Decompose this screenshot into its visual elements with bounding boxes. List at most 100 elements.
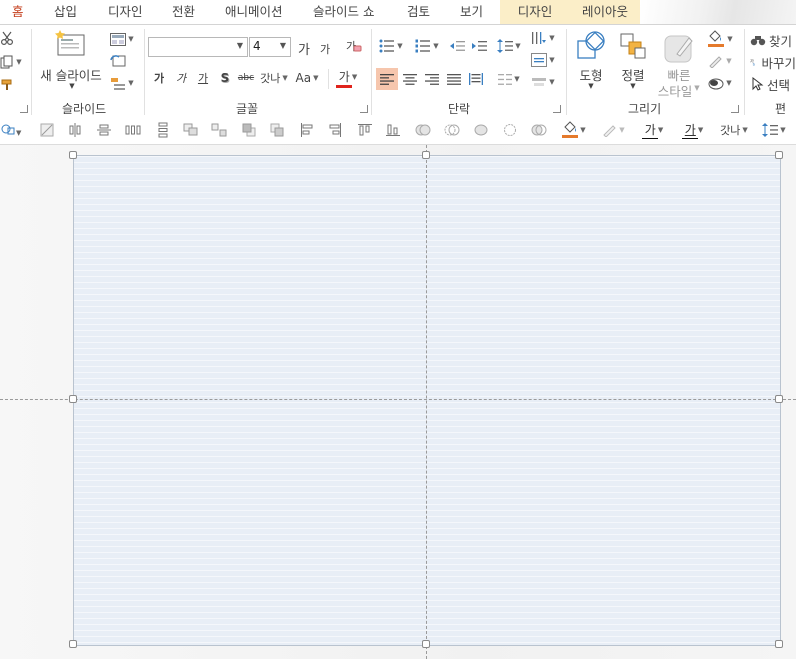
align-right-objects-icon[interactable]: [326, 121, 344, 139]
bold-button[interactable]: 가: [152, 70, 166, 86]
shapes-dropdown-arrow[interactable]: ▼: [585, 81, 597, 91]
distribute-horizontal-icon[interactable]: [124, 121, 142, 139]
layout-icon[interactable]: ▼: [108, 31, 136, 47]
section-icon[interactable]: ▼: [108, 75, 136, 91]
tab-view[interactable]: 보기: [458, 0, 485, 24]
replace-button[interactable]: 가b 바꾸기: [750, 53, 796, 71]
italic-button[interactable]: 가: [174, 70, 188, 86]
change-case-button[interactable]: Aa ▼: [292, 70, 322, 86]
merge-shapes-union-icon[interactable]: [414, 121, 432, 139]
send-backward-icon[interactable]: [268, 121, 286, 139]
resize-handle-top-right[interactable]: [775, 151, 783, 159]
merge-shapes-subtract-icon[interactable]: [530, 121, 548, 139]
merge-shapes-fragment-icon[interactable]: [472, 121, 490, 139]
font-dialog-launcher[interactable]: [360, 105, 368, 113]
underline-button[interactable]: 가: [196, 70, 210, 86]
resize-handle-bottom-left[interactable]: [69, 640, 77, 648]
resize-handle-middle-left[interactable]: [69, 395, 77, 403]
font-size-combo[interactable]: 4 ▼: [249, 37, 291, 57]
align-left-button[interactable]: [376, 68, 398, 90]
select-button[interactable]: 선택: [750, 75, 796, 93]
font-color-button[interactable]: 가 ▼: [334, 68, 362, 88]
new-slide-icon[interactable]: [52, 29, 88, 59]
decrease-indent-button[interactable]: [448, 37, 468, 55]
quick-spacing-button[interactable]: 갓나 ▼: [720, 121, 748, 139]
justify-button[interactable]: [444, 68, 464, 90]
quick-outline-button[interactable]: ▼: [600, 121, 628, 139]
tab-table-layout[interactable]: 레이아웃: [566, 0, 644, 24]
resize-handle-top-left[interactable]: [69, 151, 77, 159]
clear-formatting-button[interactable]: 가: [344, 37, 364, 55]
ungroup-icon[interactable]: [210, 121, 228, 139]
strikethrough-button[interactable]: abc: [236, 70, 256, 86]
arrange-icon[interactable]: [616, 29, 650, 63]
decrease-font-size-button[interactable]: 가: [318, 41, 332, 57]
quick-line-spacing-button[interactable]: ▼: [760, 121, 788, 139]
columns-button[interactable]: ▼: [494, 68, 524, 90]
tab-home[interactable]: 홈: [10, 0, 26, 24]
increase-font-size-button[interactable]: 가: [296, 39, 312, 58]
resize-handle-middle-right[interactable]: [775, 395, 783, 403]
tab-review[interactable]: 검토: [405, 0, 432, 24]
shapes-icon[interactable]: [574, 29, 608, 63]
tab-transitions[interactable]: 전환: [170, 0, 197, 24]
quick-styles-icon[interactable]: [662, 31, 696, 65]
slide-workspace[interactable]: [0, 145, 796, 659]
tab-slideshow[interactable]: 슬라이드 쇼: [311, 0, 376, 24]
drawing-dialog-launcher[interactable]: [731, 105, 739, 113]
paragraph-dialog-launcher[interactable]: [553, 105, 561, 113]
divider: [144, 29, 145, 115]
distribute-vertical-icon[interactable]: [154, 121, 172, 139]
shape-outline-button[interactable]: ▼: [704, 51, 736, 71]
vertical-guide[interactable]: [426, 145, 427, 659]
quick-font-color-a-button[interactable]: 가 ▼: [640, 121, 668, 139]
character-spacing-button[interactable]: 갓나 ▼: [260, 70, 288, 86]
align-top-icon[interactable]: [356, 121, 374, 139]
bullets-button[interactable]: ▼: [376, 37, 406, 55]
resize-handle-top-center[interactable]: [422, 151, 430, 159]
reset-slide-icon[interactable]: [108, 53, 128, 69]
tab-animations[interactable]: 애니메이션: [223, 0, 285, 24]
shadow-button[interactable]: S: [218, 70, 232, 86]
align-right-button[interactable]: [422, 68, 442, 90]
shape-selection-icon[interactable]: ▼: [0, 121, 24, 139]
quick-styles-dropdown-arrow[interactable]: ▼: [693, 83, 701, 93]
tab-design[interactable]: 디자인: [106, 0, 145, 24]
align-bottom-icon[interactable]: [384, 121, 402, 139]
align-left-objects-icon[interactable]: [298, 121, 316, 139]
edit-points-icon[interactable]: [38, 121, 56, 139]
format-painter-icon[interactable]: [0, 77, 14, 93]
merge-shapes-combine-icon[interactable]: [443, 121, 461, 139]
clipboard-dialog-launcher[interactable]: [20, 105, 28, 113]
find-button[interactable]: 찾기: [750, 31, 796, 49]
align-text-button[interactable]: ▼: [530, 51, 556, 69]
increase-indent-button[interactable]: [470, 37, 490, 55]
tab-insert[interactable]: 삽입: [52, 0, 79, 24]
distributed-button[interactable]: [466, 68, 486, 90]
smartart-button[interactable]: ▼: [530, 73, 556, 91]
shape-fill-button[interactable]: ▼: [704, 29, 736, 49]
merge-shapes-intersect-icon[interactable]: [501, 121, 519, 139]
line-spacing-button[interactable]: ▼: [496, 37, 522, 55]
quick-fill-button[interactable]: ▼: [560, 121, 588, 139]
align-center-button[interactable]: [400, 68, 420, 90]
font-name-combo[interactable]: ▼: [148, 37, 248, 57]
shape-effects-button[interactable]: ▼: [704, 73, 736, 93]
numbering-button[interactable]: ▼: [412, 37, 442, 55]
align-middle-icon[interactable]: [95, 121, 113, 139]
cut-icon[interactable]: [0, 29, 14, 47]
bring-forward-icon[interactable]: [240, 121, 258, 139]
horizontal-guide[interactable]: [0, 399, 796, 400]
quick-font-color-b-button[interactable]: 가 ▼: [680, 121, 708, 139]
resize-handle-bottom-right[interactable]: [775, 640, 783, 648]
tab-table-design[interactable]: 디자인: [500, 0, 570, 24]
quick-styles-label-line2[interactable]: 스타일: [654, 81, 696, 100]
copy-icon[interactable]: ▼: [0, 53, 22, 71]
new-slide-dropdown-arrow[interactable]: ▼: [66, 81, 78, 91]
resize-handle-bottom-center[interactable]: [422, 640, 430, 648]
group-icon[interactable]: [182, 121, 200, 139]
slide-canvas[interactable]: [73, 155, 781, 646]
align-center-horizontal-icon[interactable]: [66, 121, 84, 139]
arrange-dropdown-arrow[interactable]: ▼: [627, 81, 639, 91]
text-direction-button[interactable]: ▼: [530, 29, 556, 47]
